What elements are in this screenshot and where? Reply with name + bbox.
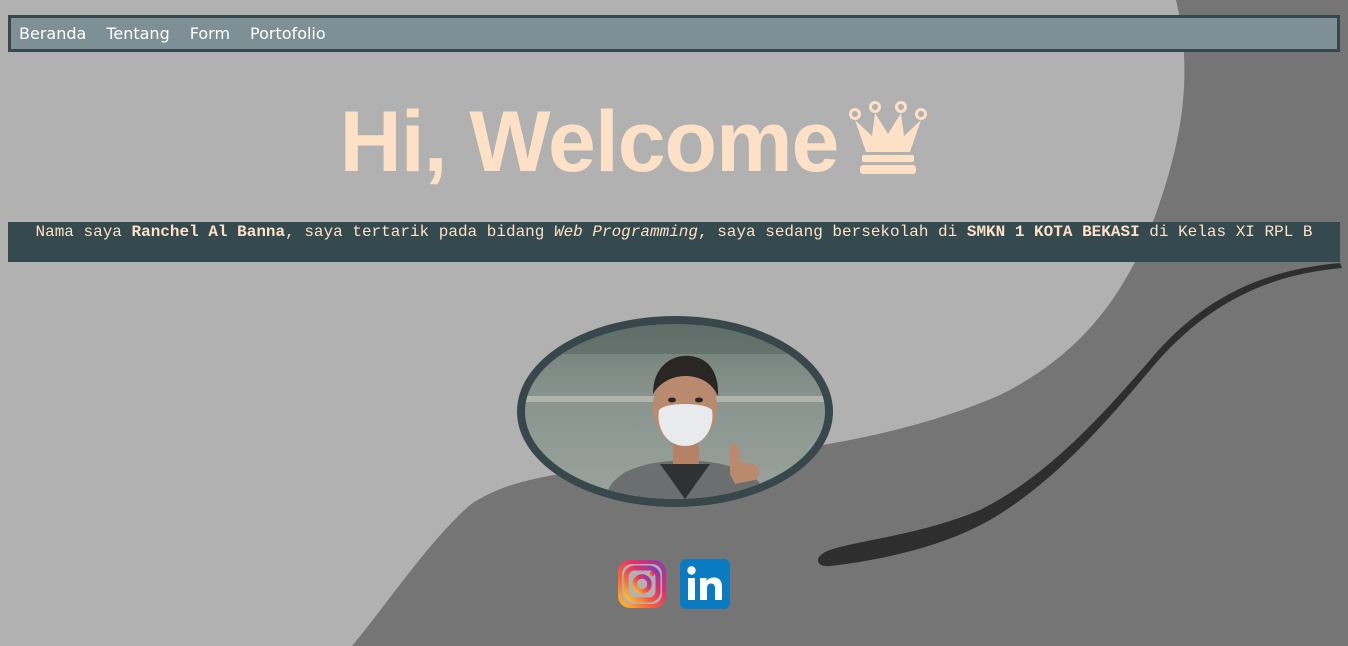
nav-link-tentang[interactable]: Tentang [106,24,169,43]
profile-photo [525,324,825,499]
intro-school: SMKN 1 KOTA BEKASI [966,223,1140,241]
hero: Hi, Welcome [0,92,1270,192]
intro-text: Nama saya Ranchel Al Banna, saya tertari… [8,222,1340,262]
intro-middle: , saya tertarik pada bidang [285,223,554,241]
intro-field: Web Programming [553,223,698,241]
intro-suffix: di Kelas XI RPL B [1139,223,1313,241]
intro-name: Ranchel Al Banna [131,223,286,241]
nav-link-beranda[interactable]: Beranda [19,24,86,43]
profile-photo-frame [517,316,833,507]
nav-link-portofolio[interactable]: Portofolio [250,24,326,43]
hero-title: Hi, Welcome [339,94,840,190]
instagram-icon[interactable] [617,559,667,609]
crown-icon [849,101,928,174]
intro-prefix: Nama saya [35,223,132,241]
nav-link-form[interactable]: Form [190,24,230,43]
social-links [617,559,737,609]
linkedin-icon[interactable] [680,559,730,609]
navbar: Beranda Tentang Form Portofolio [8,15,1340,52]
intro-school-prefix: , saya sedang bersekolah di [698,223,967,241]
